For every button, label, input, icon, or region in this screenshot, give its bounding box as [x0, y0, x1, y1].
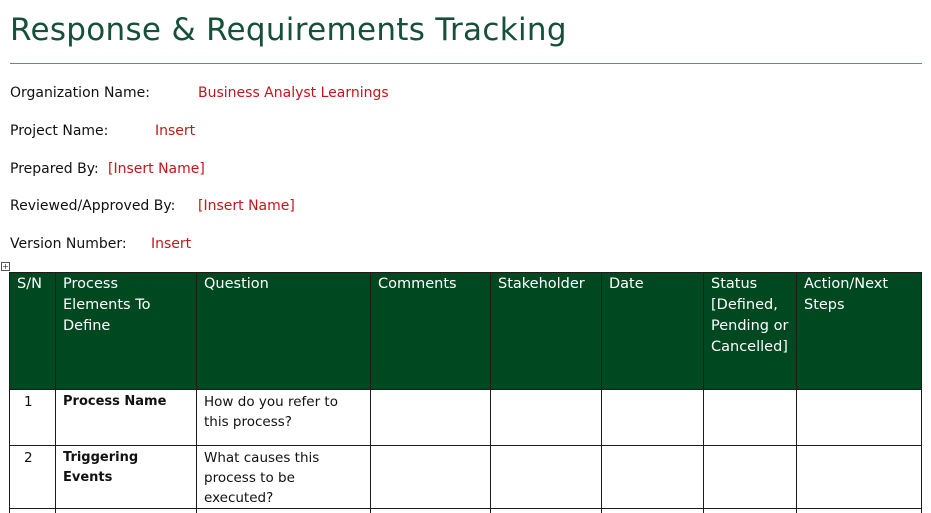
cell-date[interactable] — [601, 445, 704, 509]
table-row: 1 Process Name How do you refer to this … — [9, 389, 922, 446]
header-process-elements: Process Elements To Define — [55, 272, 197, 390]
organization-name-label: Organization Name: — [10, 85, 150, 101]
project-name-label: Project Name: — [10, 123, 109, 139]
cell-sn[interactable]: 2 — [9, 445, 56, 509]
cell-action[interactable] — [796, 508, 922, 513]
cell-stakeholder[interactable] — [490, 389, 602, 446]
cell-process-element[interactable]: Triggering Events — [55, 445, 197, 509]
requirements-table: S/N Process Elements To Define Question … — [9, 272, 922, 513]
version-number-field: Version Number: Insert — [10, 236, 191, 252]
prepared-by-value[interactable]: [Insert Name] — [108, 161, 205, 177]
reviewed-approved-by-field: Reviewed/Approved By: [Insert Name] — [10, 198, 295, 214]
move-handle-icon[interactable]: + — [1, 262, 10, 271]
cell-stakeholder[interactable] — [490, 508, 602, 513]
cell-date[interactable] — [601, 508, 704, 513]
cell-question[interactable]: How do you refer to this process? — [196, 389, 371, 446]
document-page: Response & Requirements Tracking Organiz… — [0, 0, 931, 513]
organization-name-field: Organization Name: Business Analyst Lear… — [10, 85, 389, 101]
cell-stakeholder[interactable] — [490, 445, 602, 509]
cell-action[interactable] — [796, 389, 922, 446]
document-title: Response & Requirements Tracking — [10, 12, 567, 48]
cell-comments[interactable] — [370, 445, 491, 509]
table-header-row: S/N Process Elements To Define Question … — [9, 272, 922, 390]
reviewed-approved-by-label: Reviewed/Approved By: — [10, 198, 176, 214]
prepared-by-field: Prepared By: [Insert Name] — [10, 161, 205, 177]
project-name-field: Project Name: Insert — [10, 123, 195, 139]
cell-process-element[interactable]: Process Name — [55, 389, 197, 446]
prepared-by-label: Prepared By: — [10, 161, 99, 177]
cell-status[interactable] — [703, 508, 797, 513]
header-stakeholder: Stakeholder — [490, 272, 602, 390]
cell-question[interactable] — [196, 508, 371, 513]
cell-status[interactable] — [703, 445, 797, 509]
organization-name-value[interactable]: Business Analyst Learnings — [198, 85, 389, 101]
cell-comments[interactable] — [370, 508, 491, 513]
cell-question[interactable]: What causes this process to be executed? — [196, 445, 371, 509]
header-date: Date — [601, 272, 704, 390]
version-number-value[interactable]: Insert — [151, 236, 191, 252]
header-sn: S/N — [9, 272, 56, 390]
reviewed-approved-by-value[interactable]: [Insert Name] — [198, 198, 295, 214]
header-question: Question — [196, 272, 371, 390]
header-status: Status [Defined, Pending or Cancelled] — [703, 272, 797, 390]
cell-status[interactable] — [703, 389, 797, 446]
cell-comments[interactable] — [370, 389, 491, 446]
version-number-label: Version Number: — [10, 236, 127, 252]
cell-process-element[interactable] — [55, 508, 197, 513]
title-divider — [10, 63, 922, 64]
project-name-value[interactable]: Insert — [155, 123, 195, 139]
table-row: 2 Triggering Events What causes this pro… — [9, 445, 922, 509]
cell-sn[interactable]: 1 — [9, 389, 56, 446]
header-action-next-steps: Action/Next Steps — [796, 272, 922, 390]
cell-action[interactable] — [796, 445, 922, 509]
cell-date[interactable] — [601, 389, 704, 446]
header-comments: Comments — [370, 272, 491, 390]
cell-sn[interactable] — [9, 508, 56, 513]
table-row — [9, 508, 922, 513]
